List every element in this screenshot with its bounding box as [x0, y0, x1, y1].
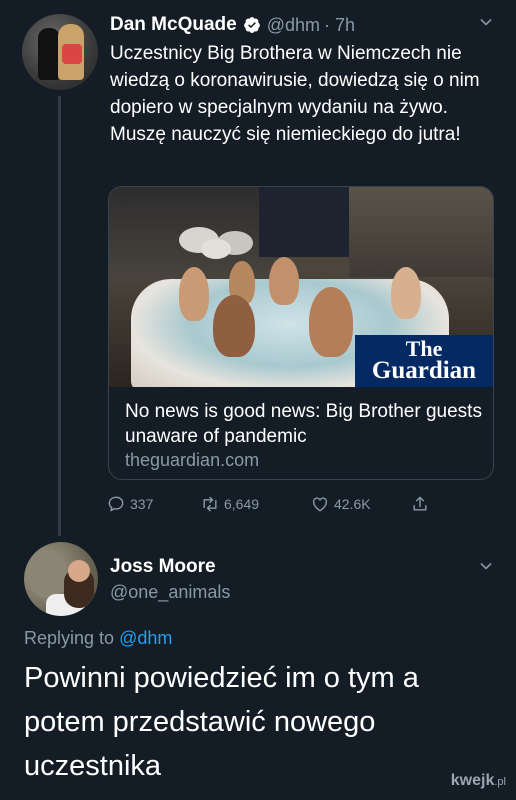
guardian-logo: The Guardian [355, 335, 493, 387]
avatar-dan-mcquade[interactable] [22, 14, 98, 90]
replying-to-mention[interactable]: @dhm [119, 628, 172, 648]
reply-count: 337 [130, 496, 154, 512]
kwejk-watermark: kwejk.pl [450, 772, 506, 789]
card-domain: theguardian.com [125, 450, 260, 470]
reply-author-handle[interactable]: @one_animals [110, 582, 230, 603]
like-icon [312, 497, 328, 512]
thread-connector-line [58, 96, 61, 536]
tweet-text: Uczestnicy Big Brothera w Niemczech nie … [110, 43, 480, 145]
like-button[interactable]: 42.6K [310, 494, 371, 514]
card-title[interactable]: No news is good news: Big Brother guests… [125, 399, 485, 449]
replying-to-label: Replying to [24, 628, 115, 648]
author-handle[interactable]: @dhm [267, 15, 320, 36]
link-card[interactable]: The Guardian No news is good news: Big B… [108, 186, 494, 480]
reply-author-name[interactable]: Joss Moore [110, 556, 216, 578]
chevron-down-icon[interactable] [478, 558, 494, 574]
avatar-joss-moore[interactable] [24, 542, 98, 616]
reply-button[interactable]: 337 [106, 494, 153, 514]
reply-icon [108, 496, 124, 512]
replying-to: Replying to @dhm [24, 628, 172, 649]
author-name[interactable]: Dan McQuade [110, 14, 237, 36]
retweet-count: 6,649 [224, 496, 260, 512]
verified-badge-icon [243, 17, 260, 33]
share-button[interactable] [410, 494, 434, 514]
tweet-time[interactable]: · 7h [324, 15, 355, 36]
retweet-icon [203, 496, 217, 512]
share-icon [413, 496, 427, 511]
chevron-down-icon[interactable] [478, 14, 494, 30]
reply-text: Powinni powiedzieć im o tym a potem prze… [24, 662, 419, 782]
like-count: 42.6K [334, 496, 371, 512]
tweet-header: Dan McQuade @dhm · 7h [110, 12, 355, 38]
retweet-button[interactable]: 6,649 [200, 494, 259, 514]
